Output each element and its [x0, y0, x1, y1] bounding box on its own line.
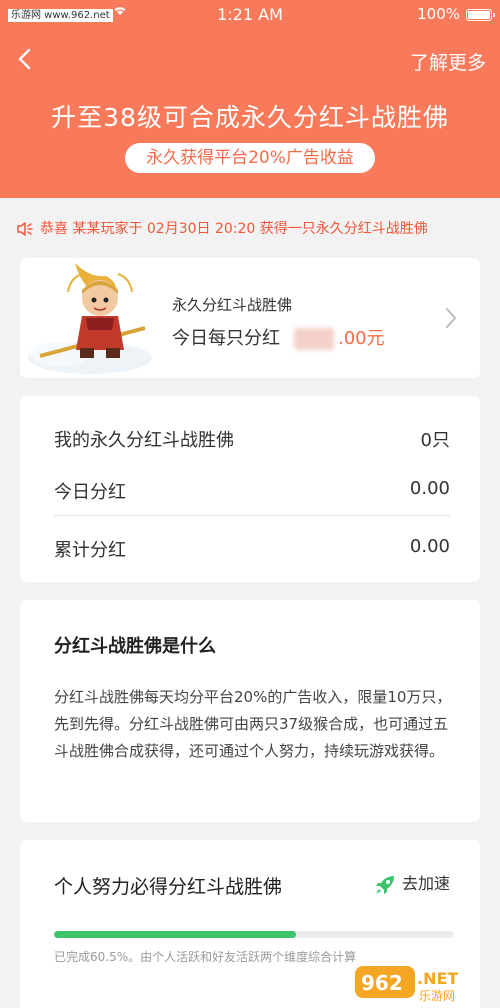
- chevron-right-icon: [446, 308, 457, 328]
- stat-value: 0.00: [409, 478, 450, 499]
- about-body: 分红斗战胜佛每天均分平台20%的广告收入，限量10万只，先到先得。分红斗战胜佛可…: [54, 688, 452, 760]
- about-card: 分红斗战胜佛是什么 分红斗战胜佛每天均分平台20%的广告收入，限量10万只，先到…: [20, 600, 480, 822]
- site-watermark-logo: 962 .NET 乐游网: [355, 966, 458, 1003]
- battery-percent: 100%: [417, 5, 460, 23]
- effort-title: 个人努力必得分红斗战胜佛: [54, 876, 283, 898]
- svg-text:乐游网: 乐游网: [419, 989, 455, 1003]
- learn-more-link[interactable]: 了解更多: [410, 48, 486, 75]
- stat-value: 0只: [420, 430, 450, 451]
- buddha-card[interactable]: 永久分红斗战胜佛 今日每只分红 .00元: [20, 258, 480, 378]
- back-arrow-icon[interactable]: [10, 44, 40, 74]
- daily-dividend-value: .00元: [338, 328, 385, 349]
- svg-text:.NET: .NET: [417, 969, 458, 988]
- card-title: 永久分红斗战胜佛: [172, 296, 293, 314]
- blurred-amount: [294, 328, 334, 350]
- ticker-text: 恭喜 某某玩家于 02月30日 20:20 获得一只永久分红斗战胜佛: [40, 221, 428, 237]
- stat-label: 我的永久分红斗战胜佛: [54, 430, 234, 451]
- header: 乐游网 www.962.net 1:21 AM 100% 了解更多 升至38级可…: [0, 0, 500, 198]
- speed-up-label: 去加速: [401, 874, 450, 893]
- progress-track: [54, 931, 454, 938]
- svg-text:962: 962: [361, 971, 403, 995]
- stat-row-owned: 我的永久分红斗战胜佛 0只: [54, 426, 450, 452]
- about-title: 分红斗战胜佛是什么: [54, 636, 216, 657]
- stat-label: 今日分红: [54, 482, 126, 503]
- announcement-ticker: 恭喜 某某玩家于 02月30日 20:20 获得一只永久分红斗战胜佛: [0, 210, 500, 248]
- daily-dividend-label: 今日每只分红: [172, 328, 280, 349]
- progress-note: 已完成60.5%。由个人活跃和好友活跃两个维度综合计算: [54, 950, 357, 964]
- daily-dividend-line: 今日每只分红 .00元: [172, 324, 385, 350]
- stat-row-today: 今日分红 0.00: [54, 478, 450, 504]
- stats-card: 我的永久分红斗战胜佛 0只 今日分红 0.00 累计分红 0.00: [20, 396, 480, 582]
- divider: [54, 515, 450, 516]
- battery-icon: [466, 9, 495, 21]
- stat-label: 累计分红: [54, 540, 126, 561]
- monkey-king-avatar: [28, 263, 152, 374]
- speaker-icon: [17, 222, 33, 236]
- stat-row-total: 累计分红 0.00: [54, 536, 450, 562]
- stat-value: 0.00: [409, 536, 450, 557]
- progress-fill: [54, 931, 296, 938]
- revenue-pill: 永久获得平台20%广告收益: [125, 143, 375, 173]
- speed-up-button[interactable]: 去加速: [374, 870, 450, 896]
- page-headline: 升至38级可合成永久分红斗战胜佛: [51, 103, 449, 132]
- status-bar: 乐游网 www.962.net 1:21 AM 100%: [0, 0, 500, 30]
- rocket-icon: [375, 875, 394, 894]
